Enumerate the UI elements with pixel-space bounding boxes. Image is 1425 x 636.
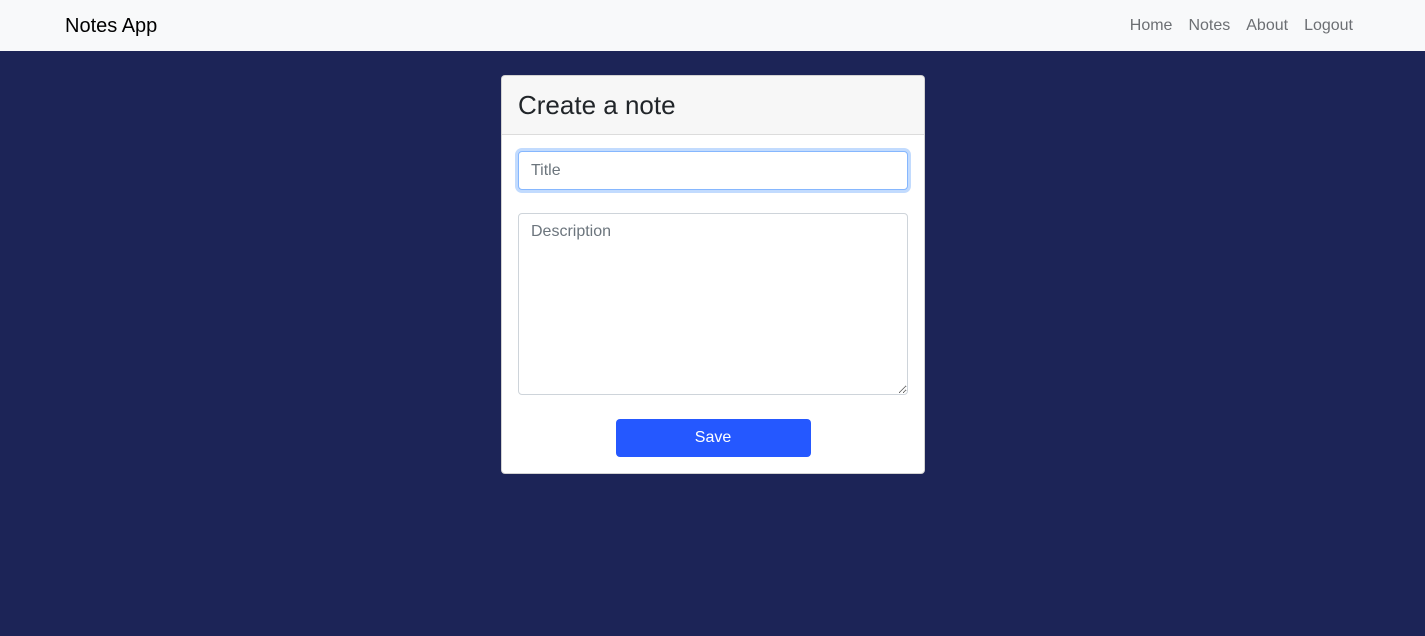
card-body: Save bbox=[502, 135, 924, 473]
create-note-card: Create a note Save bbox=[501, 75, 925, 474]
brand-link[interactable]: Notes App bbox=[65, 16, 157, 36]
description-textarea[interactable] bbox=[518, 213, 908, 395]
button-row: Save bbox=[518, 419, 908, 457]
nav-link-notes[interactable]: Notes bbox=[1180, 17, 1238, 34]
top-navbar: Notes App Home Notes About Logout bbox=[0, 0, 1425, 51]
nav-link-about[interactable]: About bbox=[1238, 17, 1296, 34]
title-input[interactable] bbox=[518, 151, 908, 190]
nav-link-logout[interactable]: Logout bbox=[1296, 17, 1353, 34]
nav-link-home[interactable]: Home bbox=[1122, 17, 1181, 34]
nav-links: Home Notes About Logout bbox=[1122, 17, 1353, 34]
page-title: Create a note bbox=[518, 89, 676, 120]
save-button[interactable]: Save bbox=[615, 419, 811, 457]
card-header: Create a note bbox=[502, 76, 924, 135]
